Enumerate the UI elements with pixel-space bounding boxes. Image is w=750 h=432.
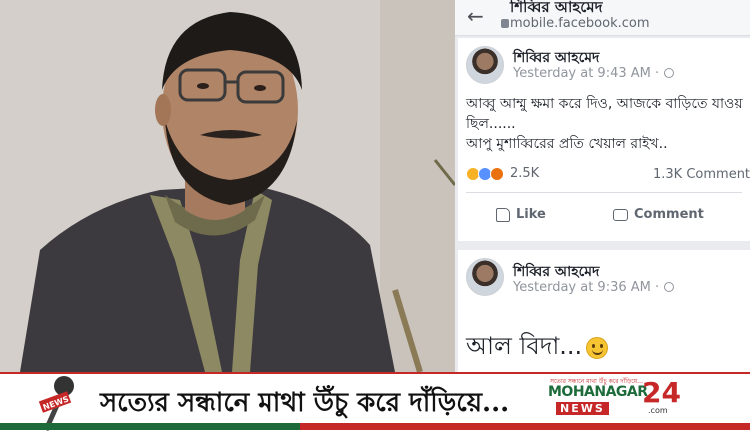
post-card: শিব্বির আহমেদ Yesterday at 9:36 AM · আল …: [458, 250, 750, 372]
smiley-emoji-icon: [586, 337, 609, 359]
back-arrow-icon[interactable]: ←: [467, 4, 484, 28]
banner-stripe: [0, 423, 750, 430]
reaction-count: 2.5K: [510, 166, 540, 181]
profile-photo: [0, 0, 455, 372]
mohanagar24-logo[interactable]: সত্যের সন্ধানে মাথা উঁচু করে দাঁড়িয়ে..…: [548, 376, 688, 426]
news-banner: NEWS সত্যের সন্ধানে মাথা উঁচু করে দাঁড়ি…: [0, 372, 750, 432]
avatar[interactable]: [466, 258, 504, 296]
banner-slogan: সত্যের সন্ধানে মাথা উঁচু করে দাঁড়িয়ে..…: [100, 388, 510, 418]
angry-reaction-icon: [490, 166, 504, 181]
post-time-text: Yesterday at 9:36 AM ·: [513, 280, 660, 295]
logo-domain: .com: [648, 406, 668, 415]
logo-name: MOHANAGAR: [548, 384, 648, 400]
url-text[interactable]: mobile.facebook.com: [510, 16, 650, 31]
divider: [466, 192, 742, 193]
post-text-line: আল বিদা...: [466, 332, 583, 360]
avatar[interactable]: [466, 46, 504, 84]
post-text-line: আপু মুশাব্বিরের প্রতি খেয়াল রাইখ..: [466, 136, 668, 152]
globe-icon: [664, 282, 675, 292]
post-text: আল বিদা...: [466, 328, 609, 368]
comment-count[interactable]: 1.3K Comments: [653, 167, 750, 182]
post-card: শিব্বির আহমেদ Yesterday at 9:43 AM · আব্…: [458, 38, 750, 241]
post-text-line: আব্বু আম্মু ক্ষমা করে দিও, আজকে বাড়িতে …: [466, 96, 743, 112]
person-illustration: [0, 0, 455, 372]
facebook-screenshot: ← শিব্বির আহমেদ mobile.facebook.com শিব্…: [455, 0, 750, 372]
comment-bubble-icon: [613, 208, 628, 221]
comment-label: Comment: [634, 207, 704, 222]
post-time-text: Yesterday at 9:43 AM ·: [513, 66, 660, 81]
thumbs-up-icon: [496, 207, 510, 222]
post-text: আব্বু আম্মু ক্ষমা করে দিও, আজকে বাড়িতে …: [466, 94, 743, 154]
browser-header: ← শিব্বির আহমেদ mobile.facebook.com: [455, 0, 750, 36]
post-actions: Like Comment: [458, 202, 750, 232]
post-time: Yesterday at 9:43 AM ·: [513, 66, 675, 81]
reaction-summary[interactable]: 2.5K: [466, 166, 539, 181]
post-time: Yesterday at 9:36 AM ·: [513, 280, 675, 295]
lock-icon: [501, 19, 509, 28]
logo-news: NEWS: [556, 402, 609, 415]
globe-icon: [664, 68, 675, 78]
post-text-line: ছিল......: [466, 116, 516, 132]
comment-button[interactable]: Comment: [613, 207, 704, 222]
logo-number: 24: [642, 376, 681, 409]
like-button[interactable]: Like: [496, 207, 546, 222]
like-label: Like: [516, 207, 546, 222]
